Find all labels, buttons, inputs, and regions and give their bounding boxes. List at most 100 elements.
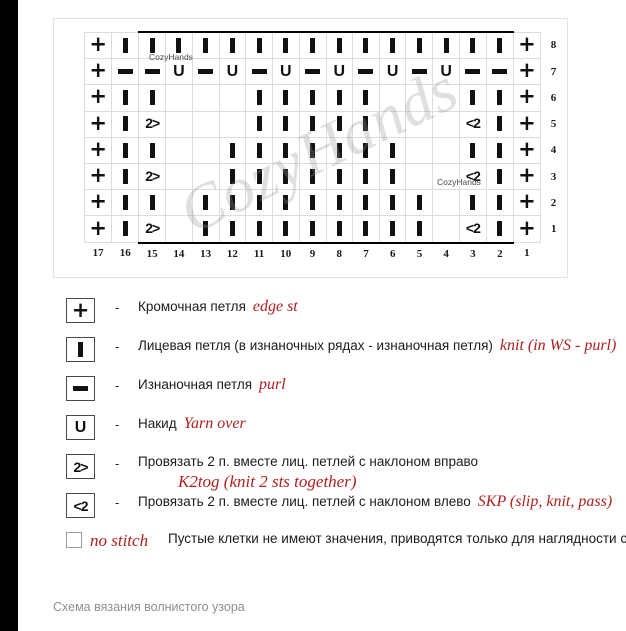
chart-cell[interactable] [325,84,354,112]
chart-cell[interactable] [352,84,380,112]
chart-cell[interactable] [325,31,354,60]
chart-cell[interactable] [458,84,487,112]
chart-cell[interactable]: + [512,162,542,191]
chart-cell[interactable] [191,31,220,60]
chart-cell[interactable] [138,84,167,112]
chart-cell[interactable] [352,110,380,138]
chart-cell[interactable] [111,136,140,164]
chart-cell[interactable] [298,136,327,164]
chart-cell[interactable] [378,31,407,60]
chart-cell[interactable] [245,215,274,244]
chart-cell[interactable]: 2> [138,162,167,191]
chart-cell[interactable] [191,162,220,191]
chart-cell[interactable] [272,84,300,112]
chart-cell[interactable]: U [165,58,193,86]
chart-cell[interactable] [298,84,327,112]
chart-cell[interactable] [218,31,247,60]
chart-cell[interactable] [111,110,140,138]
chart-cell[interactable] [218,136,247,164]
chart-cell[interactable] [458,58,487,86]
chart-cell[interactable]: <2 [458,110,487,138]
chart-cell[interactable]: U [272,58,300,86]
chart-cell[interactable] [405,84,434,112]
chart-cell[interactable] [485,136,514,164]
chart-cell[interactable] [218,110,247,138]
chart-cell[interactable] [298,215,327,244]
chart-cell[interactable] [272,31,300,60]
chart-cell[interactable] [191,189,220,217]
chart-cell[interactable] [191,215,220,244]
chart-cell[interactable] [111,31,140,60]
chart-cell[interactable]: + [83,136,113,164]
chart-cell[interactable]: 2> [138,110,167,138]
chart-cell[interactable] [298,189,327,217]
chart-cell[interactable] [111,215,140,243]
chart-cell[interactable] [245,110,274,138]
chart-cell[interactable] [245,58,274,86]
chart-cell[interactable] [272,136,300,164]
chart-cell[interactable] [165,215,193,244]
chart-cell[interactable] [485,110,514,138]
chart-cell[interactable] [218,162,247,191]
chart-cell[interactable] [405,110,434,138]
chart-cell[interactable] [352,136,380,164]
chart-cell[interactable]: U [432,58,460,86]
chart-cell[interactable] [272,189,300,217]
chart-cell[interactable] [218,84,247,112]
chart-cell[interactable] [272,162,300,191]
chart-cell[interactable] [432,84,460,112]
chart-cell[interactable] [325,215,354,244]
chart-cell[interactable]: <2 [458,215,487,244]
chart-cell[interactable] [325,136,354,164]
chart-cell[interactable] [378,136,407,164]
chart-cell[interactable] [485,189,514,217]
chart-cell[interactable]: + [512,136,542,164]
chart-cell[interactable] [485,31,514,60]
chart-cell[interactable]: + [83,162,113,191]
chart-cell[interactable]: U [325,58,354,86]
chart-cell[interactable] [405,31,434,60]
chart-cell[interactable] [432,162,460,191]
chart-cell[interactable]: + [83,189,113,217]
chart-cell[interactable] [405,162,434,191]
chart-cell[interactable] [245,162,274,191]
chart-cell[interactable] [378,189,407,217]
chart-cell[interactable] [298,110,327,138]
chart-cell[interactable]: + [83,84,113,112]
chart-cell[interactable] [111,189,140,217]
chart-cell[interactable] [325,162,354,191]
chart-cell[interactable] [191,58,220,86]
chart-cell[interactable] [138,31,167,60]
chart-cell[interactable] [165,162,193,191]
chart-cell[interactable]: + [512,215,542,243]
chart-cell[interactable] [298,162,327,191]
chart-cell[interactable] [378,162,407,191]
chart-cell[interactable] [405,215,434,244]
chart-cell[interactable] [352,58,380,86]
chart-cell[interactable] [165,31,193,60]
chart-cell[interactable] [458,31,487,60]
chart-cell[interactable]: + [512,189,542,217]
chart-cell[interactable] [111,84,140,112]
chart-cell[interactable] [432,215,460,244]
chart-cell[interactable]: U [378,58,407,86]
chart-cell[interactable] [191,84,220,112]
chart-cell[interactable] [432,110,460,138]
chart-cell[interactable] [245,84,274,112]
chart-cell[interactable] [432,136,460,164]
chart-cell[interactable] [405,189,434,217]
chart-cell[interactable] [485,84,514,112]
chart-cell[interactable] [111,58,140,86]
chart-cell[interactable]: + [512,31,542,60]
chart-cell[interactable]: U [218,58,247,86]
chart-cell[interactable] [378,110,407,138]
chart-cell[interactable] [218,215,247,244]
chart-cell[interactable]: + [512,110,542,138]
chart-cell[interactable] [432,189,460,217]
chart-cell[interactable] [245,31,274,60]
chart-cell[interactable] [272,215,300,244]
chart-cell[interactable] [298,31,327,60]
chart-cell[interactable] [405,136,434,164]
chart-cell[interactable] [352,162,380,191]
chart-cell[interactable] [165,136,193,164]
